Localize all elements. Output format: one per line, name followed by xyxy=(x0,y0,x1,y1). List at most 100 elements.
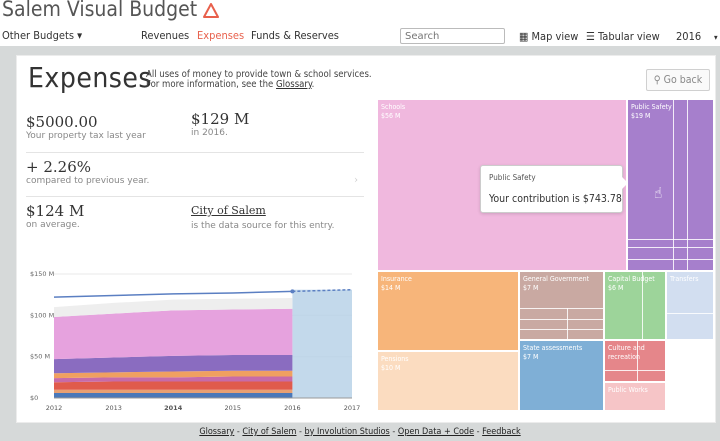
app-title[interactable]: Salem Visual Budget xyxy=(2,0,220,21)
treemap-cell-label: Schools $56 M xyxy=(381,103,625,121)
change-stat[interactable]: + 2.26% compared to previous year. xyxy=(26,158,149,186)
treemap-cell-pensions[interactable]: Pensions $10 M xyxy=(377,351,519,411)
treemap-cell-label: Pensions $10 M xyxy=(381,355,517,373)
tooltip-title: Public Safety xyxy=(489,173,536,182)
treemap-cell-public-safety[interactable]: Public Safety $19 M xyxy=(627,99,714,271)
hand-cursor-icon: ☝ xyxy=(654,184,663,202)
x-tick-label: 2014 xyxy=(164,404,183,412)
treemap-cell-transfers[interactable]: Transfers xyxy=(666,271,714,340)
other-budgets-dropdown[interactable]: Other Budgets ▾ xyxy=(2,29,82,42)
search-zoom-icon: ⚲ xyxy=(653,74,661,86)
map-view-label: Map view xyxy=(531,30,579,43)
nav-revenues[interactable]: Revenues xyxy=(141,29,189,42)
treemap-subdivision xyxy=(666,345,714,346)
total-line xyxy=(53,290,293,298)
treemap-cell-label: Insurance $14 M xyxy=(381,275,517,293)
amount-label: in 2016. xyxy=(191,128,228,138)
source-label: is the data source for this entry. xyxy=(191,221,335,231)
treemap-subdivision xyxy=(666,361,714,362)
treemap-subdivision xyxy=(627,239,714,240)
treemap-cell-value: $6 M xyxy=(608,284,624,292)
treemap-tooltip: Public Safety Your contribution is $743.… xyxy=(480,165,623,213)
footer-separator: - xyxy=(389,427,398,437)
treemap-cell-label: State assessments $7 M xyxy=(523,344,602,362)
caret-down-icon: ▾ xyxy=(77,29,83,42)
area-series xyxy=(54,308,293,360)
amount-value: $129 M xyxy=(191,110,250,128)
treemap-cell-label: Culture and recreation xyxy=(608,344,664,362)
treemap-cell-value: $56 M xyxy=(381,112,401,120)
footer-separator: - xyxy=(296,427,305,437)
treemap-cell-name: Capital Budget xyxy=(608,275,655,283)
treemap-subdivision xyxy=(666,384,714,385)
y-tick-label: $150 M xyxy=(30,270,54,278)
footer-separator: - xyxy=(474,427,483,437)
treemap-cell-value: $19 M xyxy=(631,112,651,120)
chevron-right-icon[interactable]: › xyxy=(354,175,358,186)
treemap-cell-public-works[interactable]: Public Works xyxy=(604,382,666,411)
glossary-link[interactable]: Glossary xyxy=(276,79,312,90)
treemap-subdivision xyxy=(673,99,674,271)
app-title-text[interactable]: Salem Visual Budget xyxy=(2,0,197,21)
treemap-subdivision xyxy=(637,340,638,382)
map-view-button[interactable]: ▦ Map view xyxy=(519,30,578,43)
tabular-view-label: Tabular view xyxy=(598,30,660,43)
go-back-button[interactable]: ⚲ Go back xyxy=(646,69,710,91)
search-input[interactable] xyxy=(400,28,505,44)
treemap-cell-label: Public Works xyxy=(608,386,664,395)
footer-link-feedback[interactable]: Feedback xyxy=(482,427,521,437)
treemap-cell-value: $10 M xyxy=(381,364,401,372)
year-selector[interactable]: 2016 xyxy=(676,30,701,43)
expenses-treemap: Schools $56 M Public Safety $19 M Insurance $… xyxy=(377,99,714,411)
footer-link-by-involution-studios[interactable]: by Involution Studios xyxy=(305,427,390,437)
treemap-cell-culture-and-recreation[interactable]: Culture and recreation xyxy=(604,340,666,382)
treemap-subdivision xyxy=(519,308,604,309)
tax-stat: $5000.00 Your property tax last year xyxy=(26,113,146,141)
treemap-cell-value: $7 M xyxy=(523,284,539,292)
treemap-cell-name: General Government xyxy=(523,275,590,283)
treemap-cell-value: $7 M xyxy=(523,353,539,361)
page-description: All uses of money to provide town & scho… xyxy=(146,70,372,90)
page-title: Expenses xyxy=(28,61,153,94)
footer-link-glossary[interactable]: Glossary xyxy=(199,427,234,437)
treemap-cell-label: Public Safety $19 M xyxy=(631,103,712,121)
area-series xyxy=(54,389,293,394)
treemap-cell-name: Schools xyxy=(381,103,406,111)
change-label: compared to previous year. xyxy=(26,176,150,186)
treemap-subdivision xyxy=(567,308,568,340)
treemap-subdivision xyxy=(687,340,688,411)
average-value: $124 M xyxy=(26,202,85,220)
divider xyxy=(26,196,364,197)
nav-funds-reserves[interactable]: Funds & Reserves xyxy=(251,29,339,42)
footer-link-open-data-code[interactable]: Open Data + Code xyxy=(398,427,474,437)
treemap-cell-name: Insurance xyxy=(381,275,412,283)
treemap-subdivision xyxy=(519,319,604,320)
treemap-cell-label: General Government $7 M xyxy=(523,275,602,293)
treemap-subdivision xyxy=(604,370,666,371)
treemap-cell-name: State assessments xyxy=(523,344,583,352)
source-link[interactable]: City of Salem xyxy=(191,204,266,217)
treemap-cell-name: Transfers xyxy=(670,275,699,283)
treemap-subdivision xyxy=(627,259,714,260)
year-caret-icon[interactable]: ▾ xyxy=(714,33,718,42)
nav-expenses[interactable]: Expenses xyxy=(197,29,244,42)
y-tick-label: $100 M xyxy=(30,311,54,319)
treemap-cell-state-assessments[interactable]: State assessments $7 M xyxy=(519,340,604,411)
expenses-area-chart[interactable]: $150 M $100 M $50 M $0 2012 2013 2014 2015 2016 2… xyxy=(30,266,364,416)
top-header: Salem Visual Budget Other Budgets ▾ Reve… xyxy=(0,0,720,46)
desc-suffix: . xyxy=(311,79,315,90)
tabular-view-button[interactable]: ☰ Tabular view xyxy=(586,30,660,43)
change-value: + 2.26% xyxy=(26,158,91,176)
other-budgets-label: Other Budgets xyxy=(2,29,74,42)
treemap-cell-label: Capital Budget $6 M xyxy=(608,275,664,293)
treemap-cell-capital-budget[interactable]: Capital Budget $6 M xyxy=(604,271,666,340)
divider xyxy=(26,152,364,153)
list-icon: ☰ xyxy=(586,30,595,43)
treemap-cell-insurance[interactable]: Insurance $14 M xyxy=(377,271,519,351)
treemap-subdivision xyxy=(627,247,714,248)
footer-link-city-of-salem[interactable]: City of Salem xyxy=(242,427,296,437)
projection-area xyxy=(292,289,352,398)
data-point xyxy=(290,289,295,294)
x-tick-label: 2012 xyxy=(46,404,63,412)
treemap-subdivision xyxy=(642,271,643,340)
